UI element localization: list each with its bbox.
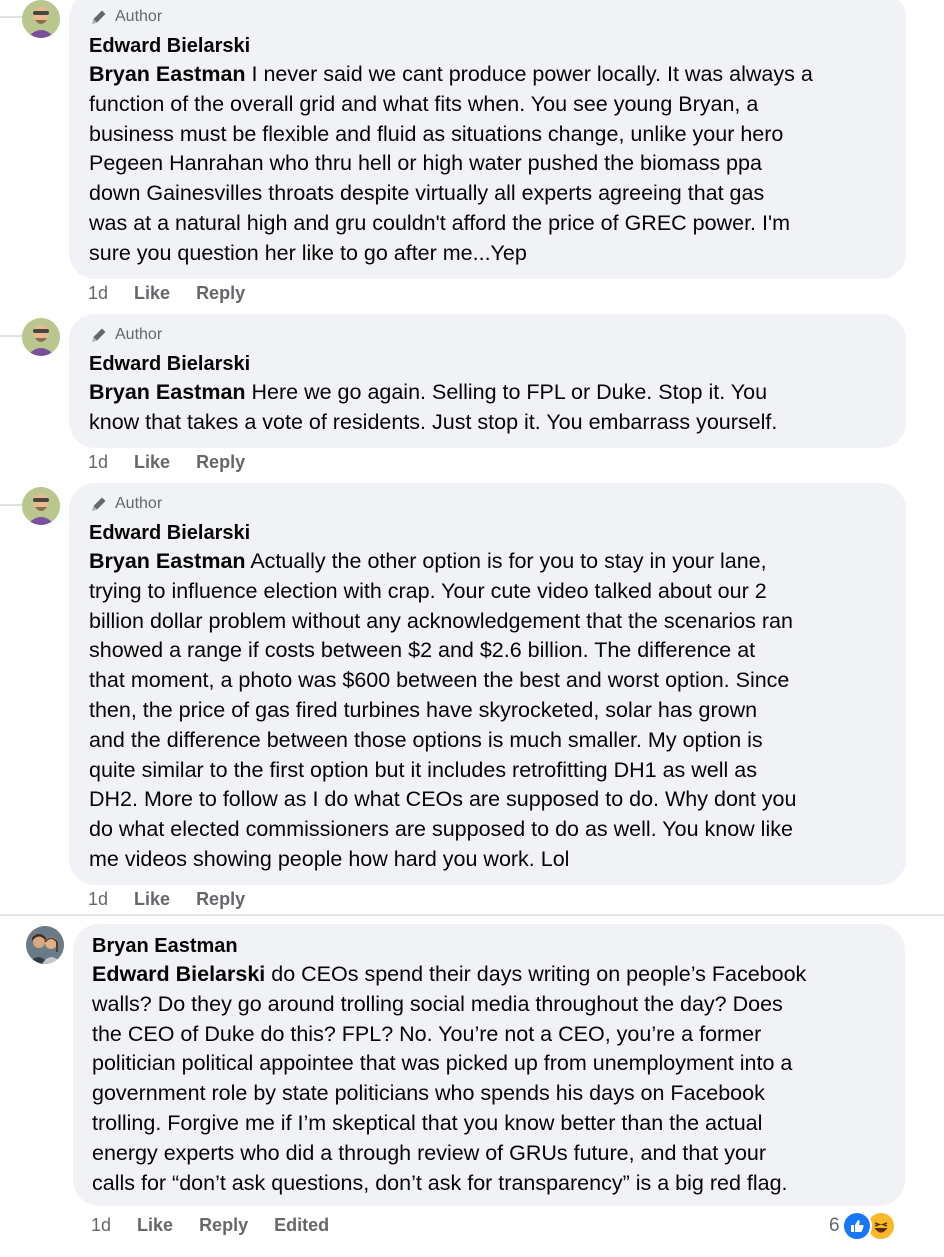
like-button[interactable]: Like [134, 452, 170, 473]
pencil-icon [92, 497, 106, 511]
comment-text: Bryan Eastman I never said we cant produ… [89, 62, 813, 265]
mention-link[interactable]: Bryan Eastman [89, 62, 246, 86]
commenter-name[interactable]: Edward Bielarski [89, 33, 886, 59]
comment-actions: 1d Like Reply [88, 283, 271, 304]
timestamp[interactable]: 1d [88, 889, 108, 910]
reply-button[interactable]: Reply [199, 1215, 248, 1236]
comment-bubble: Bryan Eastman Edward Bielarski do CEOs s… [73, 924, 905, 1206]
comment-actions: 1d Like Reply Edited [91, 1215, 355, 1236]
like-button[interactable]: Like [134, 283, 170, 304]
mention-link[interactable]: Bryan Eastman [89, 380, 246, 404]
author-badge: Author [89, 324, 886, 346]
comment-bubble: Author Edward Bielarski Bryan Eastman He… [69, 314, 906, 448]
like-icon [841, 1211, 872, 1241]
commenter-name[interactable]: Edward Bielarski [89, 351, 886, 377]
timestamp[interactable]: 1d [88, 452, 108, 473]
comment-bubble: Author Edward Bielarski Bryan Eastman I … [69, 0, 906, 279]
author-badge: Author [89, 493, 886, 515]
pencil-icon [92, 10, 106, 24]
mention-link[interactable]: Bryan Eastman [89, 549, 246, 573]
author-badge-label: Author [115, 8, 163, 25]
comment-bubble: Author Edward Bielarski Bryan Eastman Ac… [69, 483, 906, 885]
comment-text: Bryan Eastman Actually the other option … [89, 549, 797, 871]
reply-button[interactable]: Reply [196, 452, 245, 473]
author-badge: Author [89, 6, 886, 28]
avatar[interactable] [22, 318, 60, 356]
divider [0, 914, 944, 916]
pencil-icon [92, 328, 106, 342]
reaction-summary[interactable]: 6 [829, 1211, 896, 1241]
like-button[interactable]: Like [134, 889, 170, 910]
commenter-name[interactable]: Edward Bielarski [89, 520, 886, 546]
comment-actions: 1d Like Reply [88, 889, 271, 910]
author-badge-label: Author [115, 495, 163, 512]
avatar[interactable] [22, 0, 60, 38]
timestamp[interactable]: 1d [88, 283, 108, 304]
timestamp[interactable]: 1d [91, 1215, 111, 1236]
thread-line [0, 335, 22, 337]
comment-text: Bryan Eastman Here we go again. Selling … [89, 380, 778, 434]
comment-text: Edward Bielarski do CEOs spend their day… [92, 962, 807, 1195]
thread-line [0, 16, 22, 18]
avatar[interactable] [26, 926, 64, 964]
avatar[interactable] [22, 487, 60, 525]
mention-link[interactable]: Edward Bielarski [92, 962, 265, 986]
commenter-name[interactable]: Bryan Eastman [92, 933, 886, 959]
edited-label[interactable]: Edited [274, 1215, 329, 1236]
thread-line [0, 504, 22, 506]
reply-button[interactable]: Reply [196, 283, 245, 304]
comment-actions: 1d Like Reply [88, 452, 271, 473]
author-badge-label: Author [115, 326, 163, 343]
like-button[interactable]: Like [137, 1215, 173, 1236]
reply-button[interactable]: Reply [196, 889, 245, 910]
reaction-count: 6 [829, 1215, 840, 1236]
